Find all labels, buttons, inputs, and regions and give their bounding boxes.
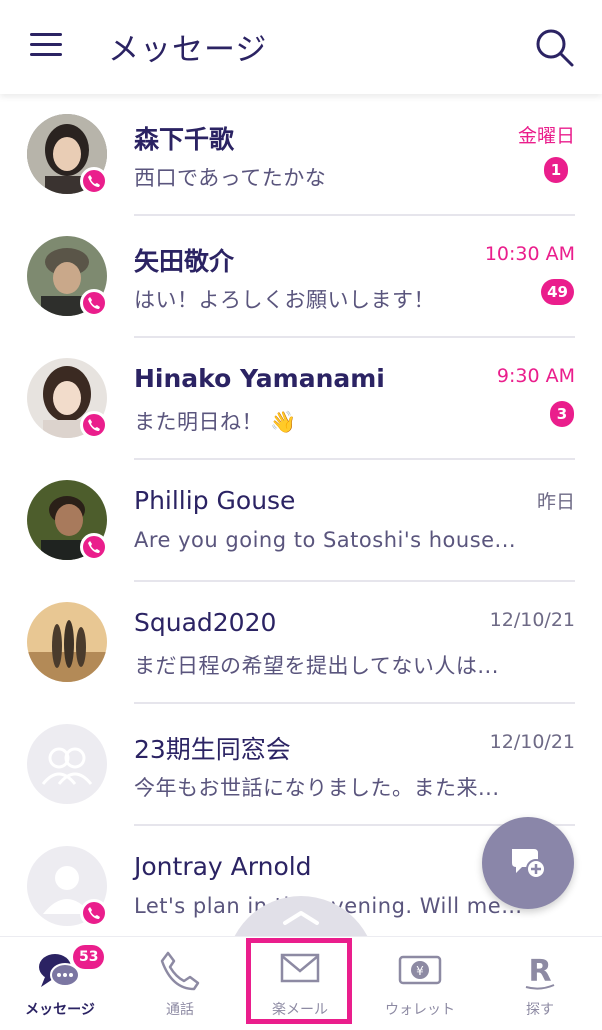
message-time: 12/10/21 — [489, 609, 575, 631]
message-preview: また明日ね！ 👋 — [134, 410, 297, 434]
nav-wallet[interactable]: ¥ ウォレット — [360, 937, 480, 1030]
search-icon[interactable] — [532, 26, 576, 70]
phone-icon — [80, 411, 108, 439]
message-preview: Are you going to Satoshi's house... — [134, 528, 517, 552]
contact-name: 矢田敬介 — [134, 247, 235, 276]
message-time: 金曜日 — [517, 125, 575, 147]
conversation-row[interactable]: Hinako Yamanami また明日ね！ 👋 9:30 AM 3 — [0, 338, 602, 460]
contact-name: 森下千歌 — [134, 125, 235, 154]
conversation-row[interactable]: 森下千歌 西口であってたかな 金曜日 1 — [0, 94, 602, 216]
nav-label: ウォレット — [385, 1002, 455, 1018]
message-preview: はい！よろしくお願いします！ — [134, 288, 435, 312]
nav-calls[interactable]: 通話 — [120, 937, 240, 1030]
phone-icon — [158, 949, 202, 997]
group-name: 23期生同窓会 — [134, 735, 291, 764]
nav-label: 通話 — [166, 1002, 194, 1018]
nav-messages[interactable]: 53 メッセージ — [0, 937, 120, 1030]
unread-count-badge: 49 — [541, 279, 574, 305]
conversation-row[interactable]: 23期生同窓会 今年もお世話になりました。また来... 12/10/21 — [0, 704, 602, 826]
wallet-icon: ¥ — [396, 949, 444, 993]
message-time: 10:30 AM — [484, 243, 575, 265]
contact-name: Phillip Gouse — [134, 486, 296, 515]
phone-icon — [80, 289, 108, 317]
message-time: 9:30 AM — [496, 365, 575, 387]
nav-label: 探す — [526, 1002, 554, 1018]
highlight-box — [246, 938, 352, 1024]
message-preview: 西口であってたかな — [134, 166, 327, 190]
page-title: メッセージ — [108, 32, 268, 68]
contact-name: Jontray Arnold — [134, 852, 312, 881]
unread-count-badge: 1 — [544, 157, 568, 183]
messages-count-badge: 53 — [73, 945, 105, 969]
nav-label: メッセージ — [25, 1002, 95, 1018]
app-header: メッセージ — [0, 0, 602, 94]
conversation-row[interactable]: Squad2020 まだ日程の希望を提出してない人は... 12/10/21 — [0, 582, 602, 704]
phone-icon — [80, 899, 108, 927]
conversation-row[interactable]: 矢田敬介 はい！よろしくお願いします！ 10:30 AM 49 — [0, 216, 602, 338]
message-preview: 今年もお世話になりました。また来... — [134, 776, 500, 800]
new-chat-button[interactable] — [482, 817, 574, 909]
svg-text:R: R — [528, 954, 551, 989]
avatar — [27, 602, 107, 682]
message-time: 12/10/21 — [489, 731, 575, 753]
new-chat-icon — [512, 849, 546, 879]
message-preview: まだ日程の希望を提出してない人は... — [134, 654, 499, 678]
unread-count-badge: 3 — [550, 401, 574, 427]
message-time: 昨日 — [536, 491, 575, 513]
svg-text:¥: ¥ — [416, 964, 424, 978]
nav-search[interactable]: R 探す — [480, 937, 600, 1030]
conversation-row[interactable]: Phillip Gouse Are you going to Satoshi's… — [0, 460, 602, 582]
phone-icon — [80, 167, 108, 195]
group-name: Squad2020 — [134, 608, 277, 637]
phone-icon — [80, 533, 108, 561]
menu-icon[interactable] — [28, 30, 64, 60]
group-avatar-placeholder-icon — [27, 724, 107, 804]
contact-name: Hinako Yamanami — [134, 364, 385, 393]
chevron-up-icon — [283, 911, 319, 925]
rakuten-r-icon: R — [520, 949, 560, 997]
